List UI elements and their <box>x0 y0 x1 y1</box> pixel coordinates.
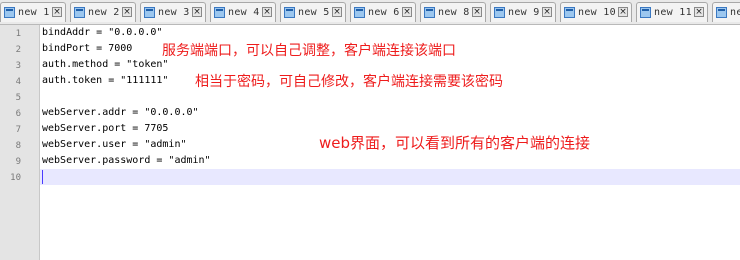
line-number: 5 <box>15 93 21 103</box>
document-icon <box>354 7 365 18</box>
line-number: 10 <box>10 173 21 183</box>
close-icon[interactable]: × <box>402 7 412 17</box>
line-number: 8 <box>15 141 21 151</box>
current-line-highlight <box>40 169 740 185</box>
tab-new-6[interactable]: new 6 × <box>350 2 416 22</box>
code-line-3[interactable]: auth.method = "token" <box>42 59 168 70</box>
close-icon[interactable]: × <box>192 7 202 17</box>
document-icon <box>640 7 651 18</box>
tab-label: new 8 <box>438 7 470 18</box>
document-icon <box>424 7 435 18</box>
document-icon <box>494 7 505 18</box>
annotation-server-port: 服务端端口，可以自己调整，客户端连接该端口 <box>162 43 456 59</box>
code-line-6[interactable]: webServer.addr = "0.0.0.0" <box>42 107 199 118</box>
close-icon[interactable]: × <box>332 7 342 17</box>
line-number: 7 <box>15 125 21 135</box>
code-line-7[interactable]: webServer.port = 7705 <box>42 123 168 134</box>
document-icon <box>564 7 575 18</box>
document-icon <box>716 7 727 18</box>
tab-new-3[interactable]: new 3 × <box>140 2 206 22</box>
document-icon <box>284 7 295 18</box>
line-number: 1 <box>15 29 21 39</box>
code-line-8[interactable]: webServer.user = "admin" <box>42 139 187 150</box>
tab-new-2[interactable]: new 2 × <box>70 2 136 22</box>
document-icon <box>144 7 155 18</box>
tab-label: new 10 <box>578 7 616 18</box>
tab-label: ne <box>730 7 740 18</box>
tab-label: new 9 <box>508 7 540 18</box>
tab-partial[interactable]: ne <box>712 2 740 22</box>
tab-label: new 2 <box>88 7 120 18</box>
tab-bar: new 1 × new 2 × new 3 × new 4 × new 5 × … <box>0 0 740 25</box>
line-number: 2 <box>15 45 21 55</box>
tab-label: new 1 <box>18 7 50 18</box>
code-line-4[interactable]: auth.token = "111111" <box>42 75 168 86</box>
close-icon[interactable]: × <box>618 7 628 17</box>
close-icon[interactable]: × <box>542 7 552 17</box>
tab-label: new 11 <box>654 7 692 18</box>
tab-label: new 4 <box>228 7 260 18</box>
tab-new-4[interactable]: new 4 × <box>210 2 276 22</box>
line-number: 4 <box>15 77 21 87</box>
close-icon[interactable]: × <box>52 7 62 17</box>
tab-new-8[interactable]: new 8 × <box>420 2 486 22</box>
annotation-auth-token: 相当于密码，可自己修改，客户端连接需要该密码 <box>195 74 503 90</box>
tab-label: new 6 <box>368 7 400 18</box>
tab-new-11[interactable]: new 11 × <box>636 2 708 22</box>
text-caret <box>42 170 43 184</box>
close-icon[interactable]: × <box>262 7 272 17</box>
tab-new-1[interactable]: new 1 × <box>0 2 66 22</box>
document-icon <box>4 7 15 18</box>
tab-new-9[interactable]: new 9 × <box>490 2 556 22</box>
close-icon[interactable]: × <box>122 7 132 17</box>
tab-new-10[interactable]: new 10 × <box>560 2 632 22</box>
document-icon <box>214 7 225 18</box>
close-icon[interactable]: × <box>694 7 704 17</box>
line-number: 3 <box>15 61 21 71</box>
line-number: 9 <box>15 157 21 167</box>
close-icon[interactable]: × <box>472 7 482 17</box>
tab-new-5[interactable]: new 5 × <box>280 2 346 22</box>
tab-label: new 5 <box>298 7 330 18</box>
code-line-9[interactable]: webServer.password = "admin" <box>42 155 211 166</box>
tab-label: new 3 <box>158 7 190 18</box>
line-number: 6 <box>15 109 21 119</box>
document-icon <box>74 7 85 18</box>
line-number-gutter: 1 2 3 4 5 6 7 8 9 10 <box>0 25 40 260</box>
code-line-2[interactable]: bindPort = 7000 <box>42 43 132 54</box>
annotation-web-ui: web界面，可以看到所有的客户端的连接 <box>319 134 591 152</box>
code-line-1[interactable]: bindAddr = "0.0.0.0" <box>42 27 162 38</box>
